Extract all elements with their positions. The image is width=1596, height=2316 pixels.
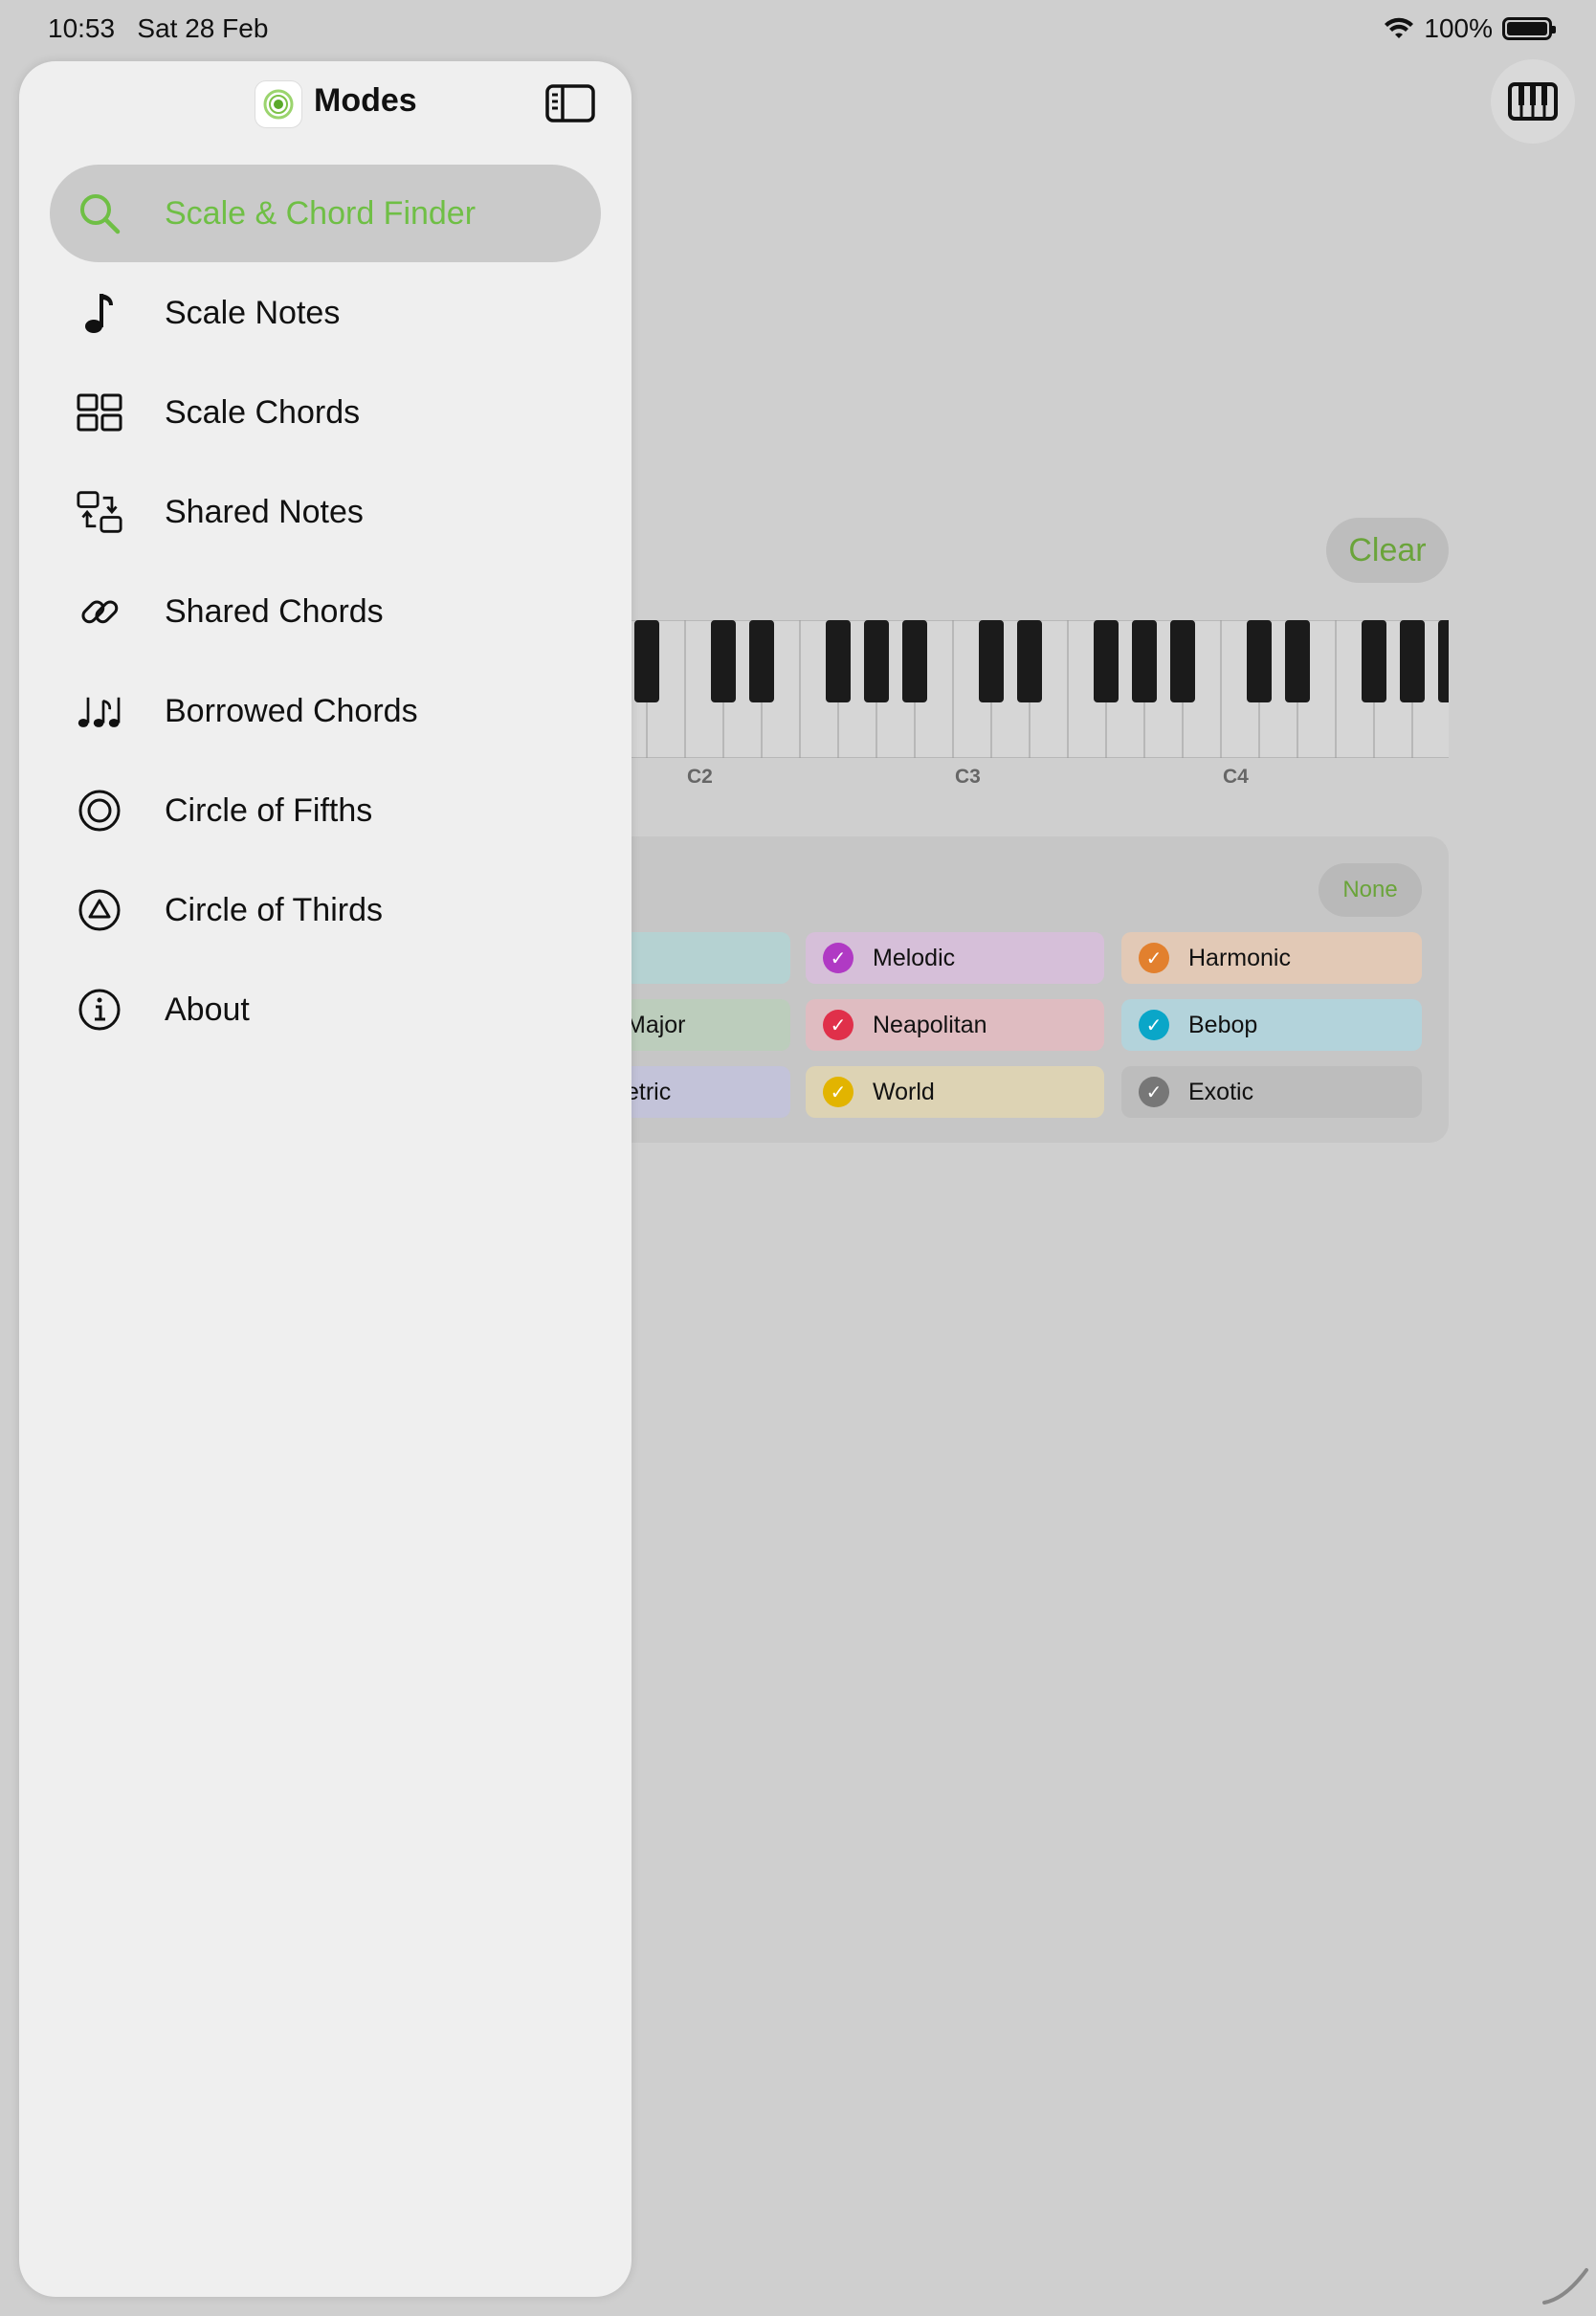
filter-chip-label: Melodic [873, 944, 956, 971]
black-key[interactable] [1400, 620, 1425, 702]
filter-chip-label: Exotic [1188, 1078, 1254, 1105]
music-note-icon [77, 290, 122, 336]
filter-chip-neapolitan[interactable]: ✓ Neapolitan [806, 999, 1104, 1051]
octave-label: C3 [955, 766, 981, 788]
sidebar-item-borrowed-chords[interactable]: Borrowed Chords [50, 662, 601, 760]
sidebar-title: Modes [314, 82, 417, 119]
sidebar-toggle-button[interactable] [545, 84, 595, 127]
black-key[interactable] [864, 620, 889, 702]
sidebar-item-label: Shared Notes [165, 493, 364, 530]
resize-handle-icon [1542, 2268, 1588, 2305]
sidebar-icon [545, 84, 595, 122]
checkmark-icon: ✓ [1139, 1077, 1169, 1107]
sidebar-item-shared-notes[interactable]: Shared Notes [50, 463, 601, 561]
sidebar-item-circle-of-thirds[interactable]: Circle of Thirds [50, 861, 601, 959]
checkmark-icon: ✓ [823, 1010, 853, 1040]
black-key[interactable] [979, 620, 1004, 702]
black-key[interactable] [1094, 620, 1119, 702]
black-key[interactable] [902, 620, 927, 702]
filter-chip-harmonic[interactable]: ✓ Harmonic [1121, 932, 1422, 984]
sidebar-item-about[interactable]: About [50, 961, 601, 1058]
sidebar-item-label: Shared Chords [165, 592, 384, 630]
sidebar-item-label: Circle of Fifths [165, 791, 373, 829]
filter-chip-label: Bebop [1188, 1011, 1258, 1038]
grid-icon [77, 390, 122, 435]
black-key[interactable] [749, 620, 774, 702]
checkmark-icon: ✓ [823, 1077, 853, 1107]
black-key[interactable] [1132, 620, 1157, 702]
info-icon [77, 987, 122, 1033]
black-key[interactable] [1017, 620, 1042, 702]
clear-button[interactable]: Clear [1326, 518, 1449, 583]
sidebar-item-label: Scale Chords [165, 393, 361, 431]
black-key[interactable] [1438, 620, 1449, 702]
circle-icon [77, 788, 122, 834]
black-key[interactable] [826, 620, 851, 702]
sidebar-item-shared-chords[interactable]: Shared Chords [50, 563, 601, 660]
magnifying-glass-icon [77, 190, 122, 236]
checkmark-icon: ✓ [823, 943, 853, 973]
sidebar-item-label: Scale Notes [165, 294, 341, 331]
music-notes-icon [77, 688, 122, 734]
filter-chip-bebop[interactable]: ✓ Bebop [1121, 999, 1422, 1051]
sidebar-item-label: Borrowed Chords [165, 692, 418, 729]
black-key[interactable] [1170, 620, 1195, 702]
filter-chip-label: Neapolitan [873, 1011, 987, 1038]
black-key[interactable] [634, 620, 659, 702]
select-none-button[interactable]: None [1319, 863, 1422, 917]
sidebar-header: Modes [19, 61, 632, 145]
octave-label: C2 [687, 766, 713, 788]
sidebar-item-label: Circle of Thirds [165, 891, 383, 928]
filter-chip-melodic[interactable]: ✓ Melodic [806, 932, 1104, 984]
checkmark-icon: ✓ [1139, 943, 1169, 973]
filter-chip-exotic[interactable]: ✓ Exotic [1121, 1066, 1422, 1118]
black-key[interactable] [711, 620, 736, 702]
filter-chip-label: Harmonic [1188, 944, 1291, 971]
checkmark-icon: ✓ [1139, 1010, 1169, 1040]
swap-squares-icon [77, 489, 122, 535]
app-logo-icon [255, 80, 302, 128]
piano-keys-icon [1508, 82, 1558, 121]
triangle-circle-icon [77, 887, 122, 933]
black-key[interactable] [1247, 620, 1272, 702]
sidebar-item-scale-chords[interactable]: Scale Chords [50, 364, 601, 461]
sidebar-item-circle-of-fifths[interactable]: Circle of Fifths [50, 762, 601, 859]
filter-chip-label: Major [626, 1011, 686, 1038]
sidebar-item-scale-chord-finder[interactable]: Scale & Chord Finder [50, 165, 601, 262]
filter-chip-label: World [873, 1078, 935, 1105]
link-icon [77, 589, 122, 635]
black-key[interactable] [1285, 620, 1310, 702]
filter-chip-label: etric [626, 1078, 672, 1105]
sidebar: Modes Scale & Chord Finder Scale Notes S… [19, 61, 632, 2297]
sidebar-item-scale-notes[interactable]: Scale Notes [50, 264, 601, 362]
sidebar-item-label: Scale & Chord Finder [165, 194, 477, 232]
piano-button[interactable] [1491, 59, 1575, 144]
filter-chip-world[interactable]: ✓ World [806, 1066, 1104, 1118]
octave-label: C4 [1223, 766, 1249, 788]
sidebar-item-label: About [165, 991, 250, 1028]
black-key[interactable] [1362, 620, 1386, 702]
